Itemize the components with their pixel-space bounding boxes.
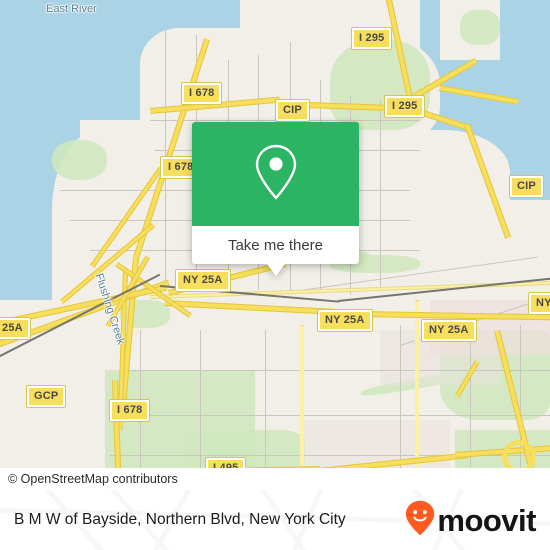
osm-attribution-text: © OpenStreetMap contributors — [8, 472, 178, 486]
road-minor — [200, 330, 202, 490]
popup-pointer — [266, 264, 285, 276]
park-west-shore — [52, 140, 107, 180]
highway-shield-i-295-mid: I 295 — [383, 95, 426, 118]
highway-shield-ny-25a-left: NY 25A — [175, 269, 231, 292]
road-minor — [380, 100, 382, 290]
highway-shield-cip-right: CIP — [509, 175, 544, 198]
map-pin-icon — [253, 143, 299, 206]
highway-shield-ny-25a-far-left: 25A — [0, 317, 31, 340]
highway-shield-cip-center: CIP — [275, 99, 310, 122]
highway-shield-i-295-north: I 295 — [350, 27, 393, 50]
map-screenshot: I 295 I 678 CIP I 295 I 678 CIP NY 25A NY 25A NY… — [0, 0, 550, 550]
moovit-smiley-pin-icon — [405, 500, 435, 541]
moovit-wordmark: moovit — [437, 502, 536, 538]
road-trunk-vertical-mid — [300, 325, 304, 490]
moovit-logo[interactable]: moovit — [405, 500, 536, 541]
popup-header — [192, 122, 359, 226]
highway-shield-ny-25a-edge: NY — [528, 292, 550, 315]
footer-bar: B M W of Bayside, Northern Blvd, New Yor… — [0, 490, 550, 550]
highway-shield-i-678-north: I 678 — [180, 82, 223, 105]
highway-shield-i-678-south: I 678 — [108, 399, 151, 422]
place-popup-card[interactable]: Take me there — [192, 122, 359, 276]
road-minor — [265, 330, 267, 490]
park-north-tip — [460, 10, 500, 45]
road-minor — [470, 325, 472, 490]
highway-shield-ny-25a-right: NY 25A — [421, 319, 477, 342]
road-minor — [120, 370, 550, 372]
highway-shield-ny-25a-center: NY 25A — [317, 309, 373, 332]
highway-shield-gcp: GCP — [25, 385, 67, 408]
popup-action-bar[interactable]: Take me there — [192, 226, 359, 276]
take-me-there-label: Take me there — [227, 236, 324, 254]
osm-attribution[interactable]: © OpenStreetMap contributors — [0, 468, 550, 490]
road-minor — [120, 415, 550, 417]
map-label-east-river: East River — [46, 3, 97, 15]
place-title: B M W of Bayside, Northern Blvd, New Yor… — [14, 511, 346, 528]
